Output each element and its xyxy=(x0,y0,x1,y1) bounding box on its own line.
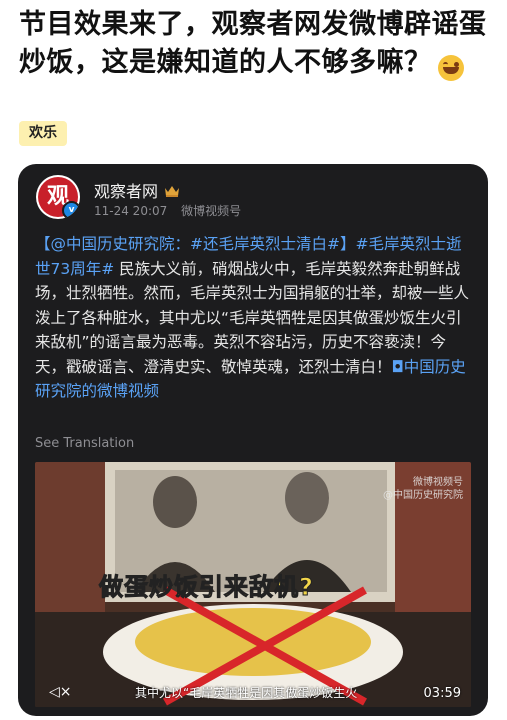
mention-link[interactable]: @中国历史研究院 xyxy=(51,235,175,253)
mute-icon[interactable]: ◁× xyxy=(49,684,72,700)
verified-badge-icon: v xyxy=(62,201,80,219)
weibo-post-card[interactable]: 观 v 观察者网 11-24 20:07 微博视频号 【@中国历史研究院：#还毛… xyxy=(18,164,488,716)
post-body: 【@中国历史研究院：#还毛岸英烈士清白#】#毛岸英烈士逝世73周年# 民族大义前… xyxy=(35,235,470,400)
video-overlay-text: 做蛋炒饭引来敌机? xyxy=(99,573,314,602)
video-camera-icon: ◘ xyxy=(391,357,404,376)
video-player[interactable]: 微博视频号 @中国历史研究院 做蛋炒饭引来敌机? ◁× 其中尤以“毛岸英牺牲是因… xyxy=(35,462,471,707)
author-name[interactable]: 观察者网 xyxy=(94,178,180,202)
avatar[interactable]: 观 v xyxy=(36,175,80,219)
post-time: 11-24 20:07 xyxy=(94,204,168,218)
post-source: 微博视频号 xyxy=(181,204,242,218)
hashtag-link-1[interactable]: #还毛岸英烈士清白# xyxy=(190,235,340,253)
video-duration: 03:59 xyxy=(423,686,461,701)
category-tag[interactable]: 欢乐 xyxy=(19,121,67,146)
see-translation-link[interactable]: See Translation xyxy=(35,436,134,451)
crown-badge-icon xyxy=(164,183,180,197)
headline-title: 节目效果来了，观察者网发微博辟谣蛋炒饭，这是嫌知道的人不够多嘛？😂 xyxy=(19,6,489,82)
laughing-emoji-icon: 😂 xyxy=(437,55,464,81)
headline-text: 节目效果来了，观察者网发微博辟谣蛋炒饭，这是嫌知道的人不够多嘛？ xyxy=(19,9,487,78)
video-watermark: 微博视频号 @中国历史研究院 xyxy=(383,477,463,501)
video-subtitle: 其中尤以“毛岸英牺牲是因其做蛋炒饭生火 xyxy=(135,686,358,700)
post-meta: 11-24 20:07 微博视频号 xyxy=(94,202,251,219)
